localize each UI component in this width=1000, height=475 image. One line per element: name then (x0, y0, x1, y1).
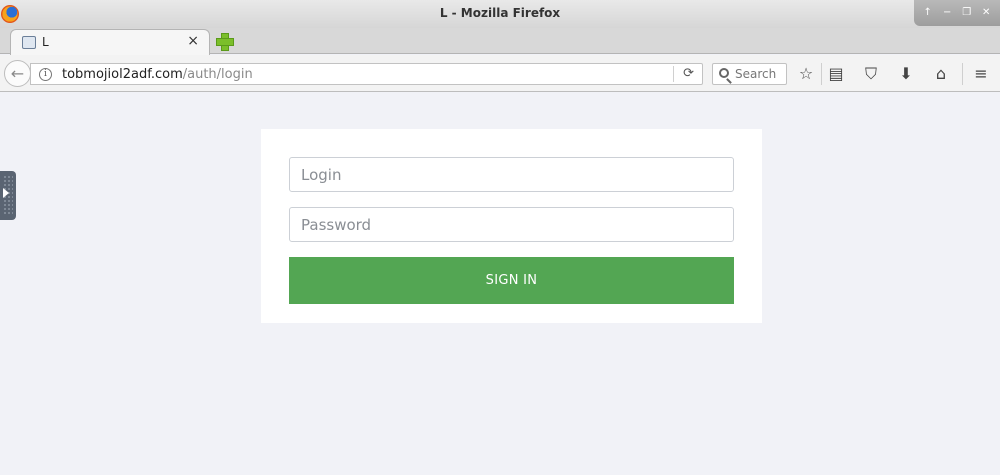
star-icon[interactable]: ☆ (796, 64, 816, 84)
side-panel-toggle[interactable] (0, 171, 16, 220)
login-card: SIGN IN (261, 129, 762, 323)
download-icon[interactable]: ⬇ (896, 64, 916, 84)
tab-strip: L × (0, 28, 1000, 55)
window-controls: ↑ − ❐ ✕ (914, 0, 1000, 26)
pocket-icon[interactable]: ⛉ (861, 64, 881, 84)
url-bar[interactable]: i tobmojiol2adf.com/auth/login ⟳ (30, 63, 703, 85)
window-up-icon[interactable]: ↑ (920, 5, 936, 21)
url-text[interactable]: tobmojiol2adf.com/auth/login (62, 67, 253, 82)
url-host: tobmojiol2adf.com (62, 67, 183, 82)
tab-close-icon[interactable]: × (187, 33, 199, 49)
window-titlebar: L - Mozilla Firefox ↑ − ❐ ✕ (0, 0, 1000, 28)
search-icon (719, 68, 729, 78)
reading-list-icon[interactable]: ▤ (826, 64, 846, 84)
window-close-icon[interactable]: ✕ (978, 5, 994, 21)
back-button[interactable]: ← (4, 60, 31, 87)
browser-tab[interactable]: L × (10, 29, 210, 55)
url-divider (673, 66, 674, 82)
hamburger-menu-icon[interactable]: ≡ (971, 64, 991, 84)
reload-icon[interactable]: ⟳ (683, 66, 694, 81)
sign-in-button[interactable]: SIGN IN (289, 257, 734, 304)
navigation-bar: i tobmojiol2adf.com/auth/login ⟳ ← Searc… (0, 55, 1000, 92)
new-tab-plus-icon[interactable] (216, 33, 234, 51)
tab-label: L (42, 35, 49, 49)
home-icon[interactable]: ⌂ (931, 64, 951, 84)
login-input[interactable] (289, 157, 734, 192)
info-icon[interactable]: i (39, 68, 52, 81)
play-arrow-icon (3, 188, 9, 198)
tab-favicon-icon (22, 36, 36, 49)
toolbar-divider (962, 63, 963, 85)
search-placeholder: Search (735, 67, 777, 81)
search-box[interactable]: Search (712, 63, 787, 85)
toolbar-divider (821, 63, 822, 85)
password-input[interactable] (289, 207, 734, 242)
arrow-left-icon: ← (10, 64, 25, 83)
window-restore-icon[interactable]: ❐ (959, 5, 975, 21)
window-minimize-icon[interactable]: − (939, 5, 955, 21)
window-title: L - Mozilla Firefox (439, 6, 561, 20)
url-path: /auth/login (182, 67, 253, 82)
